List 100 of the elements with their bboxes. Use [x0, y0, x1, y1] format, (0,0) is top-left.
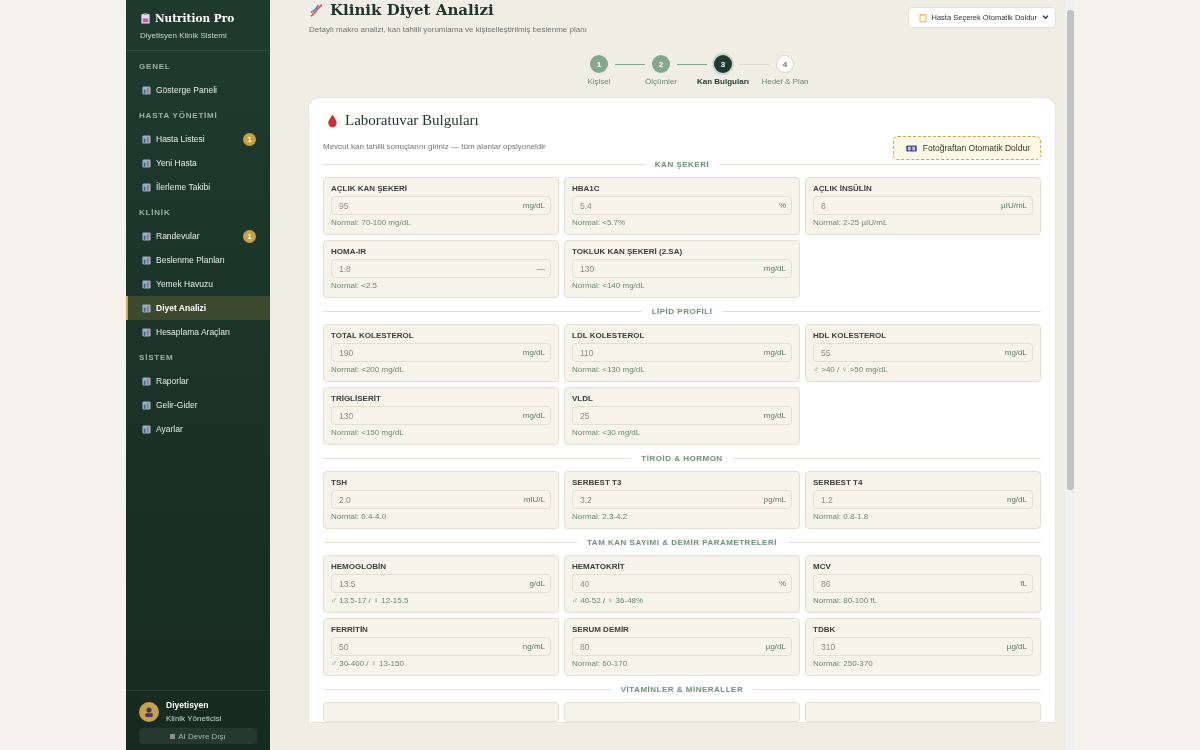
field-hint: Normal: <30 mg/dL — [572, 428, 642, 437]
nav-item[interactable]: Randevular 1 — [126, 224, 270, 248]
chevron-down-icon — [1042, 15, 1049, 20]
unit-label: mg/dL — [763, 264, 786, 273]
app-name: Nutrition Pro — [155, 12, 235, 24]
card-title: Laboratuvar Bulguları — [345, 112, 479, 129]
card-subtitle: Mevcut kan tahlili sonuçlarını giriniz — tüm alanlar opsiyoneldir — [323, 142, 546, 151]
field-hint: Normal: 0.4-4.0 — [331, 512, 388, 521]
unit-label: µg/dL — [1006, 642, 1027, 651]
field-hint: Normal: <200 mg/dL — [331, 365, 405, 374]
section-heading: TAM KAN SAYIMI & DEMİR PARAMETRELERİ — [587, 537, 777, 547]
menu-item-icon — [142, 158, 151, 168]
nav-item[interactable]: Hesaplama Araçları — [126, 320, 270, 344]
field-label: VLDL — [572, 394, 594, 403]
field-hint: Normal: 60-170 — [572, 659, 629, 668]
menu-item-icon — [142, 255, 151, 265]
unit-label: % — [778, 579, 786, 588]
unit-label: mg/dL — [1004, 348, 1027, 357]
menu-item-icon — [142, 279, 151, 289]
field-label: LDL KOLESTEROL — [572, 331, 646, 340]
section-heading: TİROİD & HORMON — [641, 453, 723, 463]
field-label: MCV — [813, 562, 832, 571]
nav-section-title: HASTA YÖNETİMİ — [138, 110, 219, 122]
field-hint: ♂ 13.5-17 / ♀ 12-15.5 — [331, 596, 410, 605]
user-role: Klinik Yöneticisi — [166, 714, 222, 723]
field-label: TDBK — [813, 625, 837, 634]
unit-label: µIU/mL — [1001, 201, 1027, 210]
field-label: TOTAL KOLESTEROL — [331, 331, 415, 340]
field-label: AÇLIK İNSÜLİN — [813, 184, 873, 193]
field-hint: ♂ 40-52 / ♀ 36-48% — [572, 596, 645, 605]
step-circle[interactable]: 4 — [776, 55, 794, 73]
step-label: Kan Bulguları — [697, 77, 749, 86]
unit-label: mg/dL — [763, 411, 786, 420]
step-label: Kişisel — [587, 77, 611, 86]
field-label: TOKLUK KAN ŞEKERİ (2.SA) — [572, 247, 684, 256]
menu-item-icon — [142, 327, 151, 337]
unit-label: — — [537, 264, 545, 273]
unit-label: mg/dL — [522, 348, 545, 357]
unit-label: ng/mL — [522, 642, 545, 651]
unit-label: pg/mL — [763, 495, 786, 504]
nav-section-title: GENEL — [138, 61, 172, 73]
app-tagline: Diyetisyen Klinik Sistemi — [140, 31, 228, 40]
field-label: HDL KOLESTEROL — [813, 331, 888, 340]
unit-label: µg/dL — [765, 642, 786, 651]
nav-item[interactable]: Raporlar — [126, 369, 270, 393]
nav-item[interactable]: Diyet Analizi — [126, 296, 270, 320]
section-heading: KAN ŞEKERİ — [654, 159, 710, 169]
menu-item-icon — [142, 134, 151, 144]
field-label: HEMATOKRİT — [572, 562, 626, 571]
scrollbar-thumb[interactable] — [1066, 10, 1074, 490]
section-heading: LİPİD PROFİLİ — [651, 306, 713, 316]
menu-item-icon — [142, 303, 151, 313]
unit-label: ng/dL — [1006, 495, 1027, 504]
field-label: SERBEST T3 — [572, 478, 623, 487]
nav-item[interactable]: İlerleme Takibi — [126, 175, 270, 199]
field-hint: ♂ >40 / ♀ >50 mg/dL — [813, 365, 889, 374]
field-hint: Normal: 80-100 fL — [813, 596, 879, 605]
nav-section-title: SİSTEM — [138, 352, 175, 364]
menu-item-icon — [142, 400, 151, 410]
step-label: Hedef & Plan — [761, 77, 809, 86]
clipboard-icon — [918, 12, 927, 23]
page-title: Klinik Diyet Analizi — [330, 1, 494, 19]
menu-item-icon — [142, 424, 151, 434]
step-label: Ölçümler — [645, 77, 677, 86]
field-label: TSH — [331, 478, 348, 487]
nav-item[interactable]: Gelir-Gider — [126, 393, 270, 417]
unit-label: g/dL — [529, 579, 545, 588]
nav-item[interactable]: Gösterge Paneli — [126, 78, 270, 102]
avatar-icon — [139, 701, 159, 722]
field-label: HOMA-IR — [331, 247, 368, 256]
field-label: HBA1C — [572, 184, 601, 193]
nav-item[interactable]: Ayarlar — [126, 417, 270, 441]
clipboard-icon — [140, 12, 151, 24]
menu-item-icon — [142, 376, 151, 386]
field-hint: ♂ 30-400 / ♀ 13-150 — [331, 659, 405, 668]
menu-item-icon — [142, 85, 151, 95]
field-hint: Normal: 250-370 — [813, 659, 874, 668]
photo-autofill-button[interactable]: Fotoğraftan Otomatik Doldur — [892, 136, 1041, 160]
unit-label: fL — [1020, 579, 1027, 588]
user-name: Diyetisyen — [166, 700, 210, 710]
nav-section-title: KLİNİK — [138, 207, 172, 219]
field-label: SERUM DEMİR — [572, 625, 630, 634]
field-label: AÇLIK KAN ŞEKERİ — [331, 184, 408, 193]
ai-toggle-button[interactable]: AI Devre Dışı — [139, 728, 257, 744]
page-subtitle: Detaylı makro analizi, kan tahlili yorumlama ve kişiselleştirilmiş beslenme planı — [309, 25, 587, 34]
scrollbar[interactable] — [1065, 0, 1075, 750]
step-circle[interactable]: 3 — [714, 55, 732, 73]
unit-label: mIU/L — [523, 495, 545, 504]
nav-item[interactable]: Beslenme Planları — [126, 248, 270, 272]
menu-item-icon — [142, 231, 151, 241]
photo-icon — [905, 144, 917, 152]
nav-item[interactable]: Hasta Listesi 1 — [126, 127, 270, 151]
blood-drop-icon — [327, 113, 338, 128]
nav-item[interactable]: Yemek Havuzu — [126, 272, 270, 296]
field-hint: Normal: 2-25 µIU/mL — [813, 218, 889, 227]
field-label: SERBEST T4 — [813, 478, 864, 487]
field-hint: Normal: <5.7% — [572, 218, 627, 227]
field-label: TRİGLİSERİT — [331, 394, 382, 403]
field-hint: Normal: 70-100 mg/dL — [331, 218, 412, 227]
nav-item[interactable]: Yeni Hasta — [126, 151, 270, 175]
